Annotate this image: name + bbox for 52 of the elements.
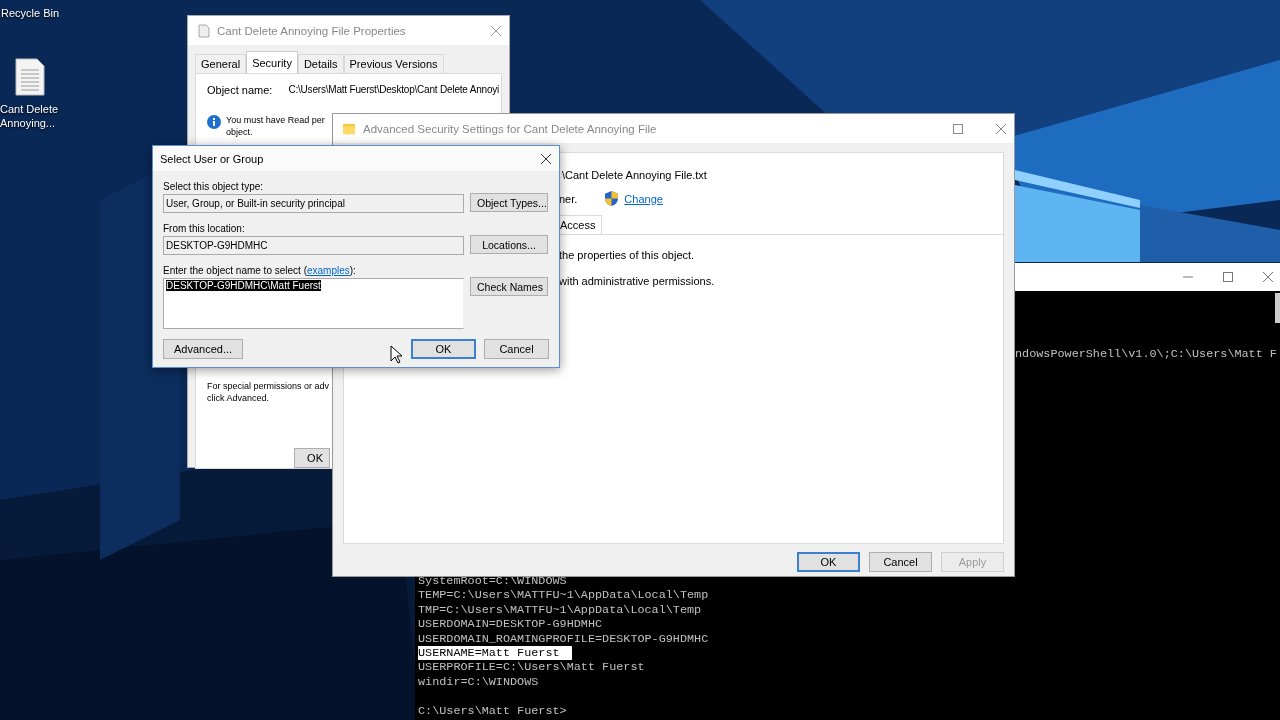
locations-button[interactable]: Locations...	[470, 235, 548, 254]
dialog-button[interactable]: Cancel	[484, 339, 549, 359]
object-name-field[interactable]: DESKTOP-G9HDMHC\Matt Fuerst	[163, 278, 464, 329]
close-icon[interactable]	[541, 153, 551, 164]
console-line: windir=C:\WINDOWS	[418, 674, 540, 690]
shield-icon	[605, 191, 619, 206]
dialog-button[interactable]: Advanced...	[163, 339, 243, 359]
desktop-icon-label[interactable]: Recycle Bin	[1, 6, 60, 20]
console-line: TMP=C:\Users\MATTFU~1\AppData\Local\Temp	[418, 602, 703, 618]
info-text: with administrative permissions.	[559, 275, 716, 287]
dialog-button[interactable]: OK	[797, 552, 860, 572]
field-label: Enter the object name to select (examples):	[163, 265, 357, 276]
object-type-field: User, Group, or Built-in security principal	[163, 194, 464, 213]
file-icon	[198, 23, 210, 38]
text-file-icon[interactable]	[15, 58, 45, 96]
window-title: Advanced Security Settings for Cant Delete Annoying File	[363, 122, 658, 135]
console-line: USERDOMAIN=DESKTOP-G9HDMHC	[418, 617, 604, 632]
hint-text: For special permissions or adv click Advanced.	[207, 380, 331, 404]
maximize-icon[interactable]	[1223, 272, 1233, 282]
owner-text: ner.	[559, 192, 578, 205]
location-field: DESKTOP-G9HDMHC	[163, 236, 464, 255]
maximize-icon[interactable]	[953, 123, 963, 134]
console-prompt: C:\Users\Matt Fuerst>	[418, 703, 568, 718]
console-line: USERPROFILE=C:\Users\Matt Fuerst	[418, 660, 646, 675]
tab[interactable]: Details	[297, 54, 344, 73]
field-label: Select this object type:	[163, 181, 265, 192]
info-icon	[207, 115, 221, 129]
object-name-value: C:\Users\Matt Fuerst\Desktop\Cant Delete Annoyi	[288, 84, 500, 96]
info-text: the properties of this object.	[559, 249, 696, 261]
tab[interactable]: Previous Versions	[343, 54, 444, 73]
tab[interactable]: General	[195, 54, 247, 73]
info-message: You must have Read per object.	[226, 114, 325, 138]
desktop-icon-label[interactable]: Cant Delete Annoying...	[0, 102, 60, 130]
console-line: USERDOMAIN_ROAMINGPROFILE=DESKTOP-G9HDMHC	[418, 631, 710, 646]
change-link[interactable]: Change	[624, 192, 663, 205]
window-title: Cant Delete Annoying File Properties	[217, 24, 407, 37]
scrollbar[interactable]	[1275, 293, 1280, 323]
file-path: \Cant Delete Annoying File.txt	[562, 169, 708, 181]
tab[interactable]: Security	[246, 51, 298, 73]
field-label: Object name:	[207, 84, 273, 96]
dialog-button[interactable]: OK	[411, 339, 476, 359]
field-label: From this location:	[163, 223, 246, 234]
window-title: Select User or Group	[160, 152, 265, 165]
check-names-button[interactable]: Check Names	[470, 277, 548, 296]
mouse-cursor-icon	[390, 345, 402, 364]
console-line: ndowsPowerShell\v1.0\;C:\Users\Matt F	[1015, 347, 1278, 362]
ok-button[interactable]: OK	[294, 448, 330, 468]
object-types-button[interactable]: Object Types...	[470, 193, 548, 212]
dialog-button[interactable]: Cancel	[869, 552, 932, 572]
console-line: TEMP=C:\Users\MATTFU~1\AppData\Local\Temp	[418, 588, 710, 603]
folder-icon	[343, 121, 355, 136]
console-line: SystemRoot=C:\WINDOWS	[418, 573, 568, 589]
